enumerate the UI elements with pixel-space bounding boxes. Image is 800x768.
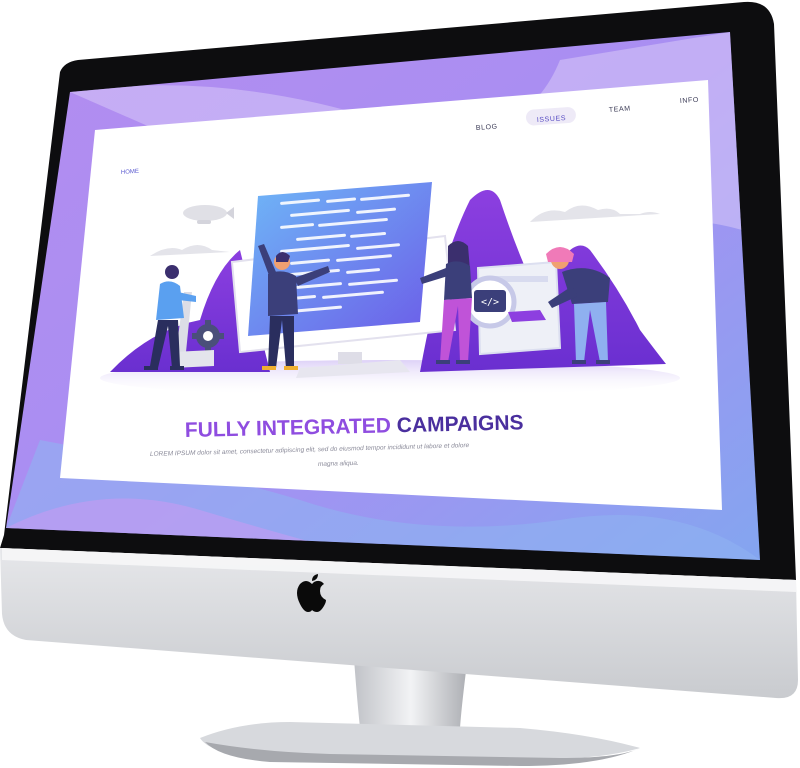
nav-item-info[interactable]: INFO xyxy=(680,97,700,105)
svg-text:HOME: HOME xyxy=(121,169,139,176)
hero-body-line2: magna aliqua. xyxy=(318,460,359,468)
svg-text:INFO: INFO xyxy=(680,97,700,105)
breadcrumb[interactable]: HOME xyxy=(121,169,139,176)
svg-text:</>: </> xyxy=(481,297,499,308)
code-brackets-icon: </> xyxy=(474,290,506,312)
imac-scene: BLOG ISSUES TEAM INFO HOME </> FULLY INT… xyxy=(0,0,800,768)
